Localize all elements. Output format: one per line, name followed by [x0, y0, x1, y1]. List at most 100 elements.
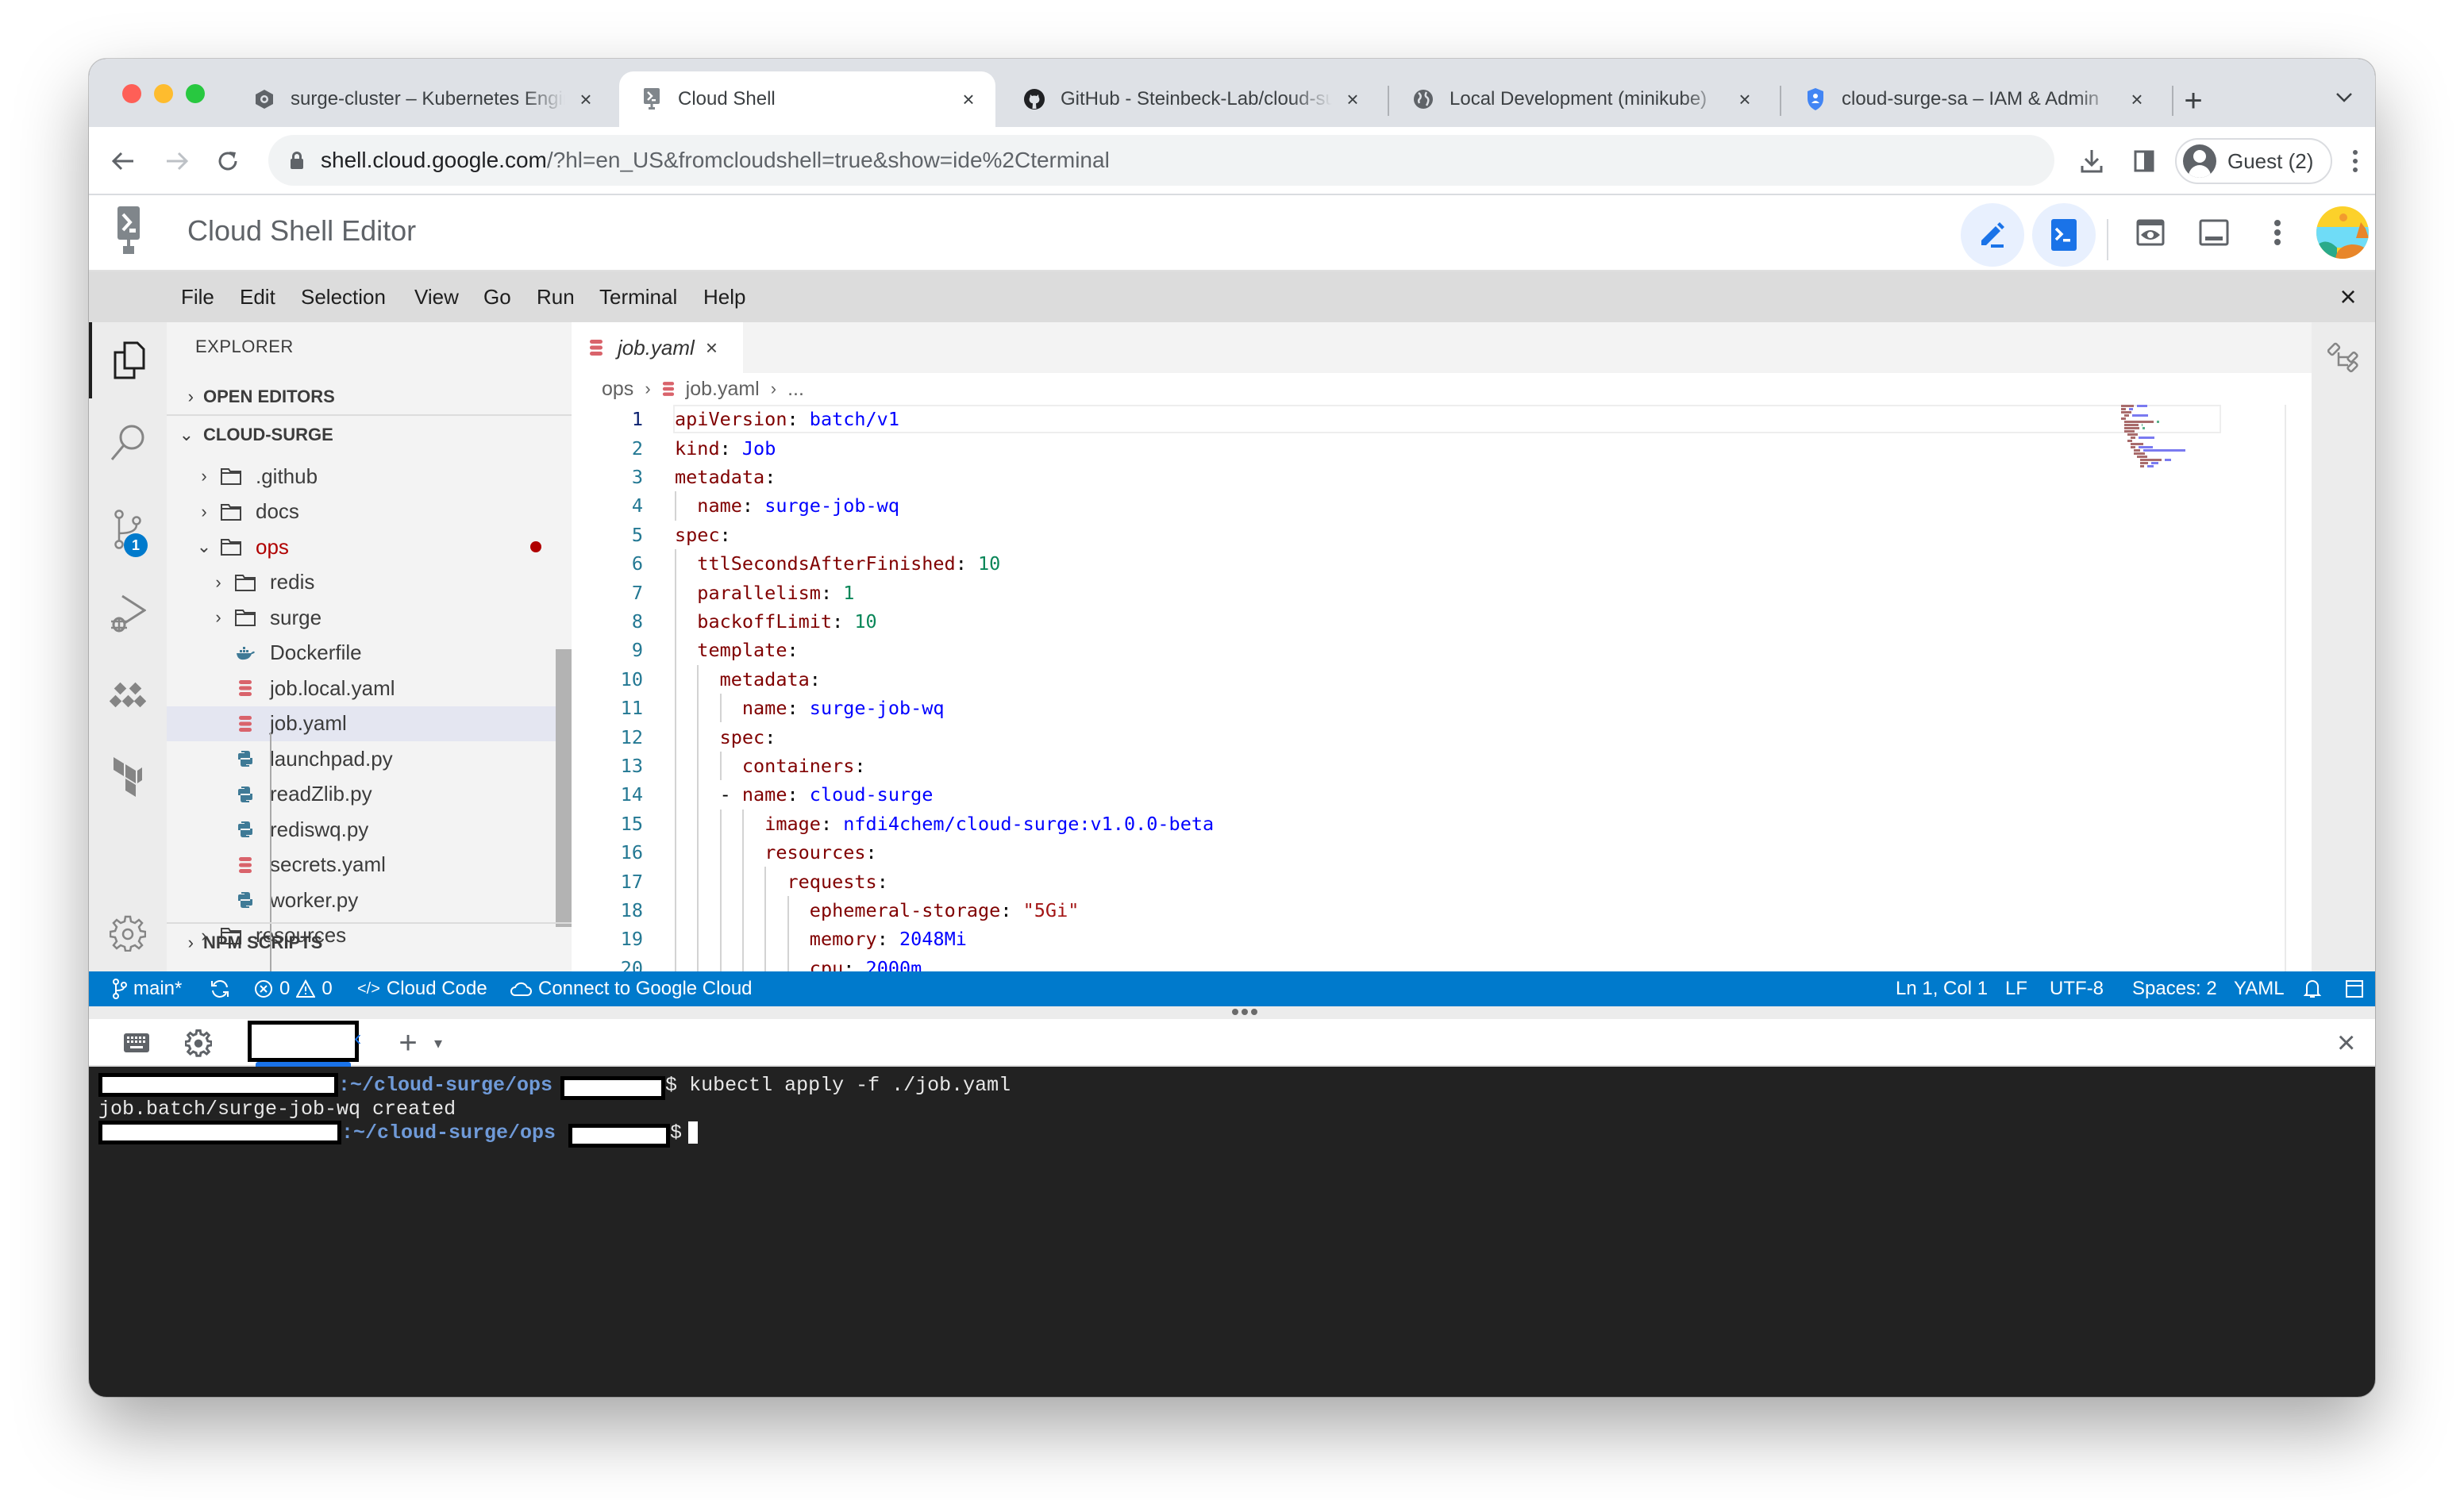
status-problems[interactable]: 0 0 [254, 971, 333, 1006]
activity-source-control[interactable]: 1 [89, 492, 167, 568]
activity-run-debug[interactable] [89, 575, 167, 651]
tree-item-dockerfile[interactable]: Dockerfile [167, 636, 556, 671]
section-open-editors[interactable]: › OPEN EDITORS [167, 378, 572, 416]
close-tab-icon[interactable]: × [575, 87, 597, 111]
menu-edit[interactable]: Edit [240, 271, 275, 322]
status-language[interactable]: YAML [2234, 971, 2285, 1006]
status-eol[interactable]: LF [2005, 971, 2027, 1006]
close-tab-icon[interactable]: × [706, 336, 718, 360]
tree-item-job-yaml[interactable]: job.yaml [167, 706, 556, 741]
terminal-line: :~/cloud-surge/ops $ kubectl apply -f ./j… [98, 1073, 1011, 1100]
status-cursor-position[interactable]: Ln 1, Col 1 [1896, 971, 1988, 1006]
browser-tab-local-dev[interactable]: Local Development (minikube) × [1391, 71, 1772, 127]
menu-help[interactable]: Help [703, 271, 745, 322]
tab-search-button[interactable] [2335, 84, 2353, 109]
activity-cloud-code[interactable] [89, 657, 167, 733]
new-terminal-button[interactable]: + [392, 1025, 424, 1060]
browser-tab-cloud-shell[interactable]: Cloud Shell × [619, 71, 995, 127]
activity-terraform[interactable] [89, 738, 167, 814]
indent-guide [787, 895, 789, 925]
section-npm-scripts[interactable]: › NPM SCRIPTS [167, 924, 572, 962]
terminal-settings-button[interactable] [183, 1027, 214, 1059]
tree-item-launchpad-py[interactable]: launchpad.py [167, 741, 556, 776]
menu-view[interactable]: View [414, 271, 459, 322]
minimize-window-button[interactable] [154, 84, 173, 103]
address-bar[interactable]: shell.cloud.google.com/?hl=en_US&fromclo… [268, 135, 2054, 186]
minimap[interactable] [2121, 405, 2216, 548]
activity-settings[interactable] [89, 895, 167, 971]
menu-go[interactable]: Go [483, 271, 511, 322]
keyboard-button[interactable] [121, 1027, 152, 1059]
close-tab-icon[interactable]: × [957, 87, 980, 111]
branch-name: main* [133, 978, 183, 999]
tree-item-redis[interactable]: › redis [167, 565, 556, 600]
menu-selection[interactable]: Selection [301, 271, 386, 322]
side-panel-button[interactable] [2126, 143, 2162, 179]
status-notifications[interactable] [2304, 971, 2321, 1006]
activity-explorer[interactable] [89, 322, 167, 398]
reload-button[interactable] [210, 143, 246, 179]
status-encoding[interactable]: UTF-8 [2050, 971, 2104, 1006]
section-cloud-surge[interactable]: ⌄ CLOUD-SURGE [167, 416, 572, 454]
tree-item-ops[interactable]: ⌄ ops [167, 529, 556, 564]
tree-item-worker-py[interactable]: worker.py [167, 883, 556, 917]
panel-resize-handle[interactable] [89, 1006, 2375, 1019]
open-editor-button[interactable] [1961, 203, 2024, 267]
close-tab-icon[interactable]: × [1342, 87, 1364, 111]
outline-button[interactable] [2327, 341, 2361, 379]
editor-scrollbar[interactable] [2285, 405, 2286, 971]
code-editor[interactable]: 1 apiVersion: batch/v1 2 kind: Job 3 metadata… [572, 405, 2312, 971]
menu-run[interactable]: Run [537, 271, 575, 322]
breadcrumb-item[interactable]: ... [787, 378, 804, 401]
status-sync[interactable] [210, 971, 230, 1006]
tree-item-docs[interactable]: › docs [167, 494, 556, 529]
tree-item-secrets-yaml[interactable]: secrets.yaml [167, 848, 556, 883]
close-window-button[interactable] [122, 84, 141, 103]
status-layout[interactable] [2345, 971, 2364, 1006]
status-connect-cloud[interactable]: Connect to Google Cloud [510, 971, 753, 1006]
open-terminal-button[interactable] [2032, 203, 2096, 267]
terminal-tab-redacted[interactable] [248, 1021, 359, 1062]
user-avatar[interactable] [2316, 206, 2369, 259]
menu-file[interactable]: File [181, 271, 214, 322]
breadcrumb-item[interactable]: job.yaml [686, 378, 760, 401]
maximize-window-button[interactable] [186, 84, 205, 103]
back-button[interactable] [105, 143, 141, 179]
chevron-down-icon: ⌄ [196, 537, 212, 556]
bell-icon [2304, 980, 2321, 998]
close-editor-button[interactable]: × [2334, 280, 2362, 313]
toggle-panel-button[interactable] [2196, 214, 2232, 251]
status-cloud-code[interactable]: </> Cloud Code [357, 971, 487, 1006]
breadcrumb-item[interactable]: ops [602, 378, 633, 401]
profile-button[interactable]: Guest (2) [2175, 138, 2333, 184]
close-tab-icon[interactable]: × [1734, 87, 1756, 111]
tree-item-rediswq-py[interactable]: rediswq.py [167, 812, 556, 847]
sidebar-scrollbar[interactable] [556, 649, 572, 927]
web-preview-button[interactable] [2132, 214, 2169, 251]
status-branch[interactable]: main* [113, 971, 182, 1006]
indent-guide [675, 578, 676, 607]
close-tab-icon[interactable]: × [2126, 87, 2148, 111]
minimap-line [2137, 456, 2147, 458]
new-tab-button[interactable]: + [2173, 81, 2213, 121]
browser-tab-gke[interactable]: surge-cluster – Kubernetes Engine × [232, 71, 613, 127]
browser-tab-github[interactable]: GitHub - Steinbeck-Lab/cloud-surge × [1002, 71, 1380, 127]
activity-search[interactable] [89, 405, 167, 481]
tree-item-github[interactable]: › .github [167, 459, 556, 494]
browser-tab-iam[interactable]: cloud-surge-sa – IAM & Admin × [1783, 71, 2164, 127]
menu-terminal[interactable]: Terminal [599, 271, 677, 322]
terminal[interactable]: :~/cloud-surge/ops $ kubectl apply -f ./j… [89, 1067, 2375, 1397]
terminal-tab-chevron[interactable]: ‹ [354, 1025, 361, 1051]
tree-item-job-local-yaml[interactable]: job.local.yaml [167, 671, 556, 706]
close-terminal-button[interactable]: × [2337, 1025, 2355, 1061]
tree-item-readzlib-py[interactable]: readZlib.py [167, 777, 556, 812]
status-indentation[interactable]: Spaces: 2 [2132, 971, 2217, 1006]
tree-item-surge[interactable]: › surge [167, 600, 556, 635]
line-number: 17 [620, 870, 643, 893]
terminal-dropdown-button[interactable]: ▾ [422, 1027, 454, 1059]
more-options-button[interactable] [2259, 214, 2296, 251]
browser-menu-button[interactable] [2343, 143, 2367, 179]
downloads-button[interactable] [2073, 143, 2110, 179]
editor-tab-job-yaml[interactable]: job.yaml × [572, 322, 743, 373]
forward-button[interactable] [159, 143, 195, 179]
